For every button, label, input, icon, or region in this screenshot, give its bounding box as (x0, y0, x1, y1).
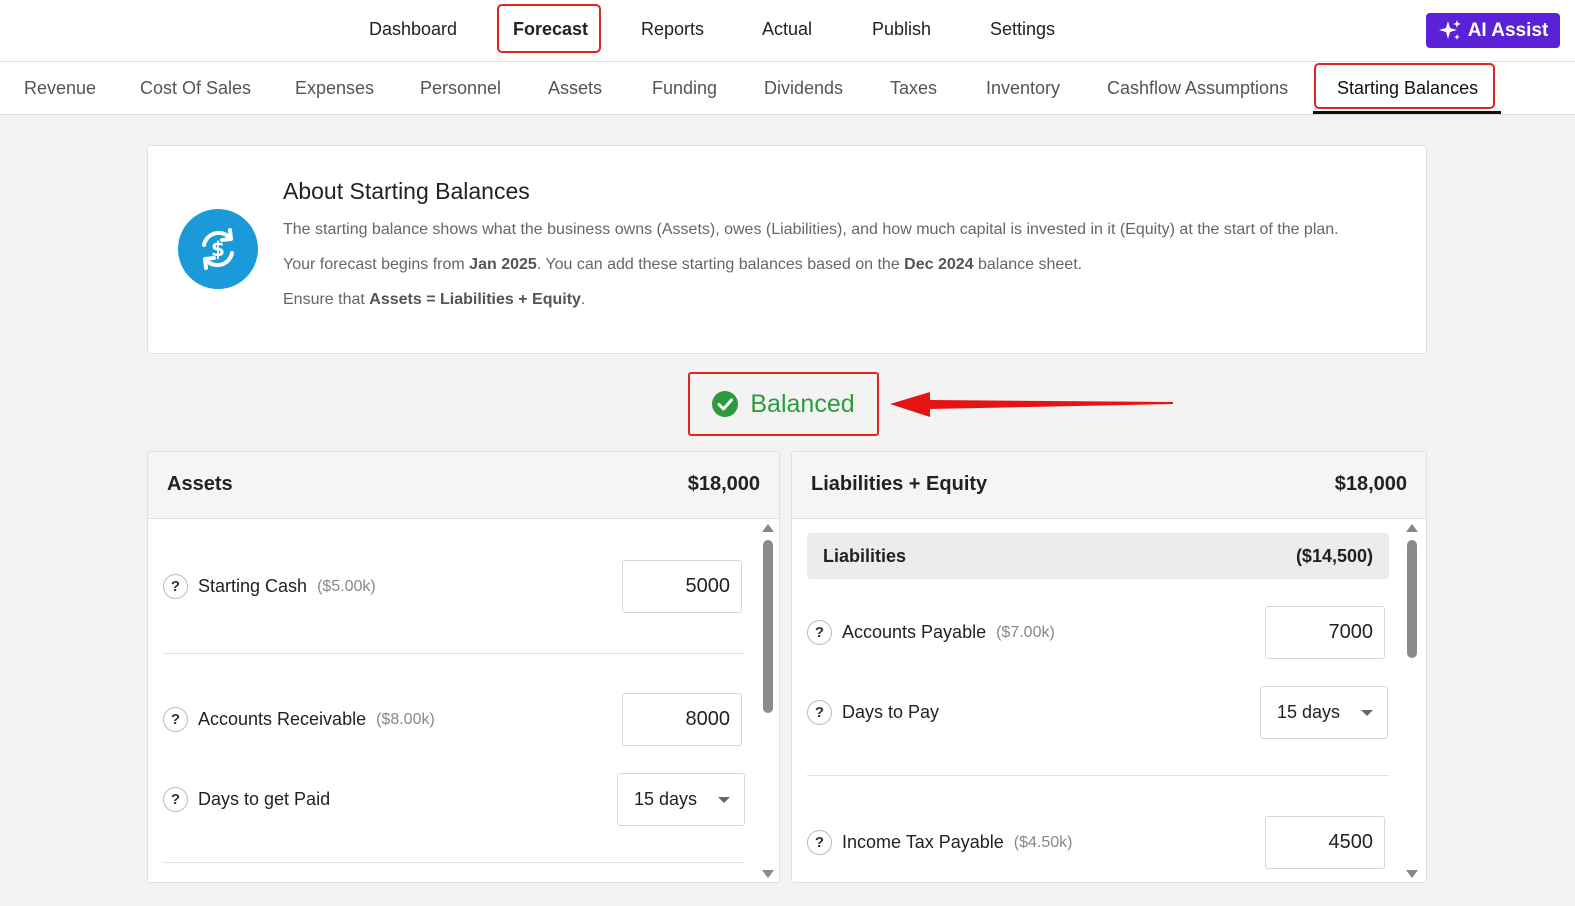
nav-dashboard[interactable]: Dashboard (369, 0, 457, 58)
nav-settings[interactable]: Settings (990, 0, 1055, 58)
chevron-down-icon (1361, 710, 1373, 716)
divider (163, 653, 745, 654)
accounts-payable-row: ? Accounts Payable ($7.00k) (807, 620, 1055, 645)
tab-taxes[interactable]: Taxes (890, 62, 937, 114)
days-to-pay-value: 15 days (1277, 702, 1341, 722)
sparkle-icon (1438, 19, 1461, 40)
days-to-get-paid-value: 15 days (634, 789, 698, 809)
red-arrow-annotation (890, 392, 1173, 417)
accounts-payable-input[interactable]: 7000 (1265, 606, 1385, 659)
assets-title: Assets (167, 473, 233, 495)
tab-revenue[interactable]: Revenue (24, 62, 96, 114)
nav-reports[interactable]: Reports (641, 0, 704, 58)
days-to-pay-select[interactable]: 15 days (1260, 686, 1388, 739)
accounts-payable-label: Accounts Payable (842, 622, 987, 642)
liabilities-equity-total: $18,000 (1334, 473, 1407, 495)
forecast-start-date: Jan 2025 (469, 256, 537, 273)
assets-total: $18,000 (687, 473, 760, 495)
tab-expenses[interactable]: Expenses (295, 62, 374, 114)
starting-cash-label: Starting Cash (198, 576, 308, 596)
liabilities-title: Liabilities (823, 546, 907, 566)
nav-forecast[interactable]: Forecast (513, 0, 588, 58)
income-tax-payable-summary: ($4.50k) (1013, 833, 1073, 851)
tab-dividends[interactable]: Dividends (764, 62, 843, 114)
balanced-status: Balanced (688, 372, 879, 436)
accounts-receivable-label: Accounts Receivable (198, 709, 367, 729)
liabilities-equity-panel: Liabilities + Equity $18,000 Liabilities… (791, 451, 1427, 883)
starting-cash-summary: ($5.00k) (317, 577, 376, 595)
help-icon[interactable]: ? (807, 700, 832, 725)
divider (163, 862, 745, 863)
svg-text:$: $ (211, 237, 225, 261)
scroll-up-icon[interactable] (1406, 524, 1418, 532)
scroll-thumb[interactable] (763, 540, 773, 713)
accounts-receivable-input[interactable]: 8000 (622, 693, 742, 746)
check-circle-icon (712, 391, 739, 417)
days-to-pay-row: ? Days to Pay (807, 700, 939, 725)
scroll-down-icon[interactable] (762, 870, 774, 878)
help-icon[interactable]: ? (807, 830, 832, 855)
balanced-label: Balanced (750, 389, 855, 418)
nav-publish[interactable]: Publish (872, 0, 931, 58)
chevron-down-icon (718, 797, 730, 803)
help-icon[interactable]: ? (807, 620, 832, 645)
days-to-pay-label: Days to Pay (842, 702, 940, 722)
tab-starting-balances[interactable]: Starting Balances (1337, 62, 1478, 114)
starting-cash-input[interactable]: 5000 (622, 560, 742, 613)
income-tax-payable-label: Income Tax Payable (842, 832, 1004, 852)
assets-panel: Assets $18,000 ? Starting Cash ($5.00k) … (147, 451, 780, 883)
assets-header: Assets $18,000 (148, 452, 779, 519)
balance-formula: Assets = Liabilities + Equity (369, 291, 581, 308)
tab-assets[interactable]: Assets (548, 62, 602, 114)
ai-assist-label: AI Assist (1467, 19, 1549, 41)
about-equation: Ensure that Assets = Liabilities + Equit… (283, 291, 586, 308)
ai-assist-button[interactable]: AI Assist (1426, 13, 1560, 48)
active-tab-underline (1313, 111, 1501, 114)
tab-cost-of-sales[interactable]: Cost Of Sales (140, 62, 251, 114)
about-forecast-start: Your forecast begins from Jan 2025. You … (283, 256, 1083, 273)
about-title: About Starting Balances (283, 178, 530, 204)
divider (807, 775, 1389, 776)
starting-cash-row: ? Starting Cash ($5.00k) (163, 574, 376, 599)
income-tax-payable-input[interactable]: 4500 (1265, 816, 1385, 869)
about-description: The starting balance shows what the busi… (283, 221, 1339, 238)
nav-actual[interactable]: Actual (762, 0, 812, 58)
liabilities-scrollbar[interactable] (1404, 522, 1420, 882)
scroll-down-icon[interactable] (1406, 870, 1418, 878)
liabilities-total: ($14,500) (1295, 546, 1373, 566)
assets-scrollbar[interactable] (760, 522, 776, 882)
liabilities-equity-title: Liabilities + Equity (811, 473, 988, 495)
top-nav: Dashboard Forecast Reports Actual Publis… (0, 0, 1575, 62)
accounts-receivable-summary: ($8.00k) (376, 710, 435, 728)
income-tax-payable-row: ? Income Tax Payable ($4.50k) (807, 830, 1072, 855)
help-icon[interactable]: ? (163, 707, 188, 732)
tab-cashflow-assumptions[interactable]: Cashflow Assumptions (1107, 62, 1288, 114)
tab-personnel[interactable]: Personnel (420, 62, 501, 114)
liabilities-section-header: Liabilities ($14,500) (807, 533, 1389, 579)
dollar-cycle-icon: $ (178, 209, 258, 289)
liabilities-equity-header: Liabilities + Equity $18,000 (792, 452, 1426, 519)
scroll-up-icon[interactable] (762, 524, 774, 532)
tab-funding[interactable]: Funding (652, 62, 717, 114)
balance-sheet-date: Dec 2024 (904, 256, 974, 273)
scroll-thumb[interactable] (1407, 540, 1417, 658)
days-to-get-paid-row: ? Days to get Paid (163, 787, 330, 812)
accounts-payable-summary: ($7.00k) (996, 623, 1055, 641)
help-icon[interactable]: ? (163, 787, 188, 812)
sub-nav: Revenue Cost Of Sales Expenses Personnel… (0, 62, 1575, 115)
tab-inventory[interactable]: Inventory (986, 62, 1060, 114)
days-to-get-paid-label: Days to get Paid (198, 789, 331, 809)
about-card: $ About Starting Balances The starting b… (147, 145, 1427, 354)
days-to-get-paid-select[interactable]: 15 days (617, 773, 745, 826)
help-icon[interactable]: ? (163, 574, 188, 599)
accounts-receivable-row: ? Accounts Receivable ($8.00k) (163, 707, 435, 732)
